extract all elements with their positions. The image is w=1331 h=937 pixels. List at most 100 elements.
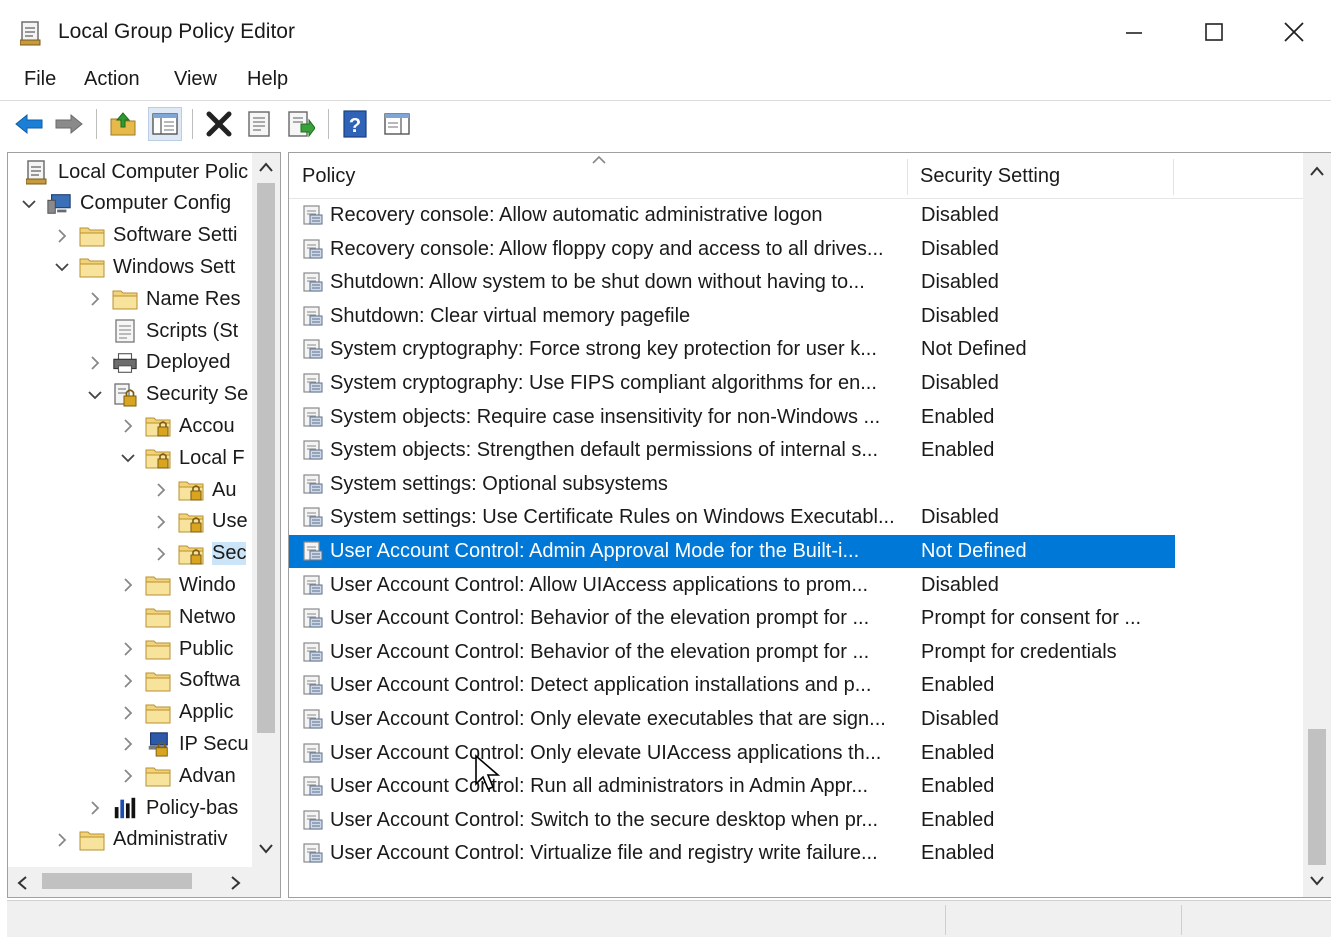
tree-node[interactable]: Advan <box>117 760 236 792</box>
policy-row[interactable]: System settings: Optional subsystems <box>289 468 1175 501</box>
close-button[interactable] <box>1264 12 1324 52</box>
column-header-policy[interactable]: Policy <box>289 153 907 199</box>
minimize-button[interactable] <box>1104 12 1164 52</box>
policy-row[interactable]: User Account Control: Run all administra… <box>289 770 1175 803</box>
policy-row[interactable]: User Account Control: Behavior of the el… <box>289 636 1175 669</box>
toolbar-separator <box>96 109 97 139</box>
chevron-right-icon[interactable] <box>84 288 106 310</box>
column-header-security-setting[interactable]: Security Setting <box>907 153 1173 199</box>
chevron-right-icon[interactable] <box>150 511 172 533</box>
policy-row[interactable]: System cryptography: Force strong key pr… <box>289 333 1175 366</box>
chevron-down-icon[interactable] <box>18 193 40 215</box>
delete-button[interactable] <box>202 107 236 141</box>
policy-row[interactable]: User Account Control: Switch to the secu… <box>289 804 1175 837</box>
policy-row[interactable]: Shutdown: Allow system to be shut down w… <box>289 266 1175 299</box>
security-setting-value: Prompt for consent for ... <box>921 607 1142 630</box>
tree-node[interactable]: Public <box>117 633 233 665</box>
tree-node-label: Security Se <box>146 383 249 406</box>
chevron-right-icon[interactable] <box>51 829 73 851</box>
policy-row[interactable]: Shutdown: Clear virtual memory pagefile D… <box>289 300 1175 333</box>
tree-node[interactable]: Accou <box>117 410 235 442</box>
tree-node[interactable]: Netwo <box>117 601 236 633</box>
show-hide-console-tree-button[interactable] <box>148 107 182 141</box>
chevron-right-icon[interactable] <box>117 733 139 755</box>
help-button[interactable]: ? <box>338 107 372 141</box>
tree-node[interactable]: Software Setti <box>51 220 238 252</box>
tree-horizontal-scrollbar[interactable] <box>8 867 252 897</box>
list-vertical-scroll-thumb[interactable] <box>1308 729 1326 865</box>
tree-node[interactable]: Security Se <box>84 379 248 411</box>
policy-row[interactable]: System settings: Use Certificate Rules o… <box>289 501 1175 534</box>
tree-node[interactable]: Administrativ <box>51 824 227 856</box>
policy-setting-icon <box>302 742 324 764</box>
column-divider[interactable] <box>1173 159 1174 195</box>
menu-view[interactable]: View <box>174 68 217 91</box>
policy-row[interactable]: User Account Control: Detect application… <box>289 669 1175 702</box>
tree-node[interactable]: Softwa <box>117 665 240 697</box>
chevron-down-icon[interactable] <box>51 256 73 278</box>
maximize-button[interactable] <box>1184 12 1244 52</box>
tree-node[interactable]: Au <box>150 474 236 506</box>
tree-node[interactable]: Windows Sett <box>51 251 235 283</box>
tree-node[interactable]: Computer Config <box>18 188 231 220</box>
up-one-level-button[interactable] <box>106 107 140 141</box>
policy-setting-icon <box>302 674 324 696</box>
tree-node[interactable]: Local Computer Polic <box>18 156 248 188</box>
policy-row[interactable]: System objects: Strengthen default permi… <box>289 434 1175 467</box>
tree-node[interactable]: Policy-bas <box>84 792 238 824</box>
scrollbar-corner <box>252 867 280 897</box>
policy-row[interactable]: Recovery console: Allow automatic admini… <box>289 199 1175 232</box>
show-hide-action-pane-button[interactable] <box>380 107 414 141</box>
policy-row[interactable]: User Account Control: Virtualize file an… <box>289 837 1175 870</box>
chevron-down-icon[interactable] <box>84 384 106 406</box>
tree-vertical-scroll-thumb[interactable] <box>257 183 275 733</box>
forward-button[interactable] <box>52 107 86 141</box>
chevron-right-icon[interactable] <box>150 479 172 501</box>
chevron-right-icon[interactable] <box>84 352 106 374</box>
console-tree[interactable]: Local Computer Polic Computer Config Softw… <box>7 152 281 898</box>
security-setting-value: Disabled <box>921 237 999 260</box>
policy-row[interactable]: System cryptography: Use FIPS compliant … <box>289 367 1175 400</box>
chevron-right-icon[interactable] <box>117 670 139 692</box>
policy-row[interactable]: Recovery console: Allow floppy copy and … <box>289 233 1175 266</box>
tree-node[interactable]: Local F <box>117 442 245 474</box>
chevron-right-icon[interactable] <box>117 415 139 437</box>
chevron-right-icon[interactable] <box>84 797 106 819</box>
folder-icon <box>145 669 171 693</box>
security-setting-value: Disabled <box>921 708 999 730</box>
tree-node[interactable]: Applic <box>117 697 233 729</box>
chevron-right-icon[interactable] <box>117 638 139 660</box>
policy-row[interactable]: User Account Control: Only elevate execu… <box>289 703 1175 736</box>
tree-node[interactable]: Scripts (St <box>84 315 238 347</box>
chevron-right-icon[interactable] <box>150 543 172 565</box>
policy-row[interactable]: User Account Control: Only elevate UIAcc… <box>289 737 1175 770</box>
tree-node[interactable]: Windo <box>117 569 236 601</box>
tree-node[interactable]: Sec <box>150 538 247 570</box>
properties-button[interactable] <box>242 107 276 141</box>
tree-node[interactable]: IP Secu <box>117 728 249 760</box>
menu-file[interactable]: File <box>24 68 56 91</box>
policy-row[interactable]: User Account Control: Admin Approval Mod… <box>289 535 1175 568</box>
policy-setting-icon <box>302 305 324 327</box>
tree-node[interactable]: Name Res <box>84 283 240 315</box>
chevron-right-icon[interactable] <box>117 765 139 787</box>
back-button[interactable] <box>12 107 46 141</box>
policy-row[interactable]: User Account Control: Allow UIAccess app… <box>289 569 1175 602</box>
policy-row[interactable]: User Account Control: Behavior of the el… <box>289 602 1175 635</box>
chevron-right-icon[interactable] <box>117 702 139 724</box>
tree-horizontal-scroll-thumb[interactable] <box>42 873 192 889</box>
tree-vertical-scrollbar[interactable] <box>252 153 280 867</box>
policy-list-pane[interactable]: Policy Security Setting Recovery console… <box>288 152 1331 898</box>
tree-node[interactable]: Deployed <box>84 347 231 379</box>
chevron-down-icon[interactable] <box>117 447 139 469</box>
tree-node[interactable]: Use <box>150 506 248 538</box>
folder-icon <box>79 224 105 248</box>
chevron-right-icon[interactable] <box>117 574 139 596</box>
menu-help[interactable]: Help <box>247 68 288 91</box>
list-vertical-scrollbar[interactable] <box>1303 153 1331 897</box>
menu-action[interactable]: Action <box>84 68 140 91</box>
export-list-button[interactable] <box>284 107 318 141</box>
policy-row[interactable]: System objects: Require case insensitivi… <box>289 401 1175 434</box>
chevron-right-icon[interactable] <box>51 225 73 247</box>
title-bar: Local Group Policy Editor <box>0 0 1331 62</box>
